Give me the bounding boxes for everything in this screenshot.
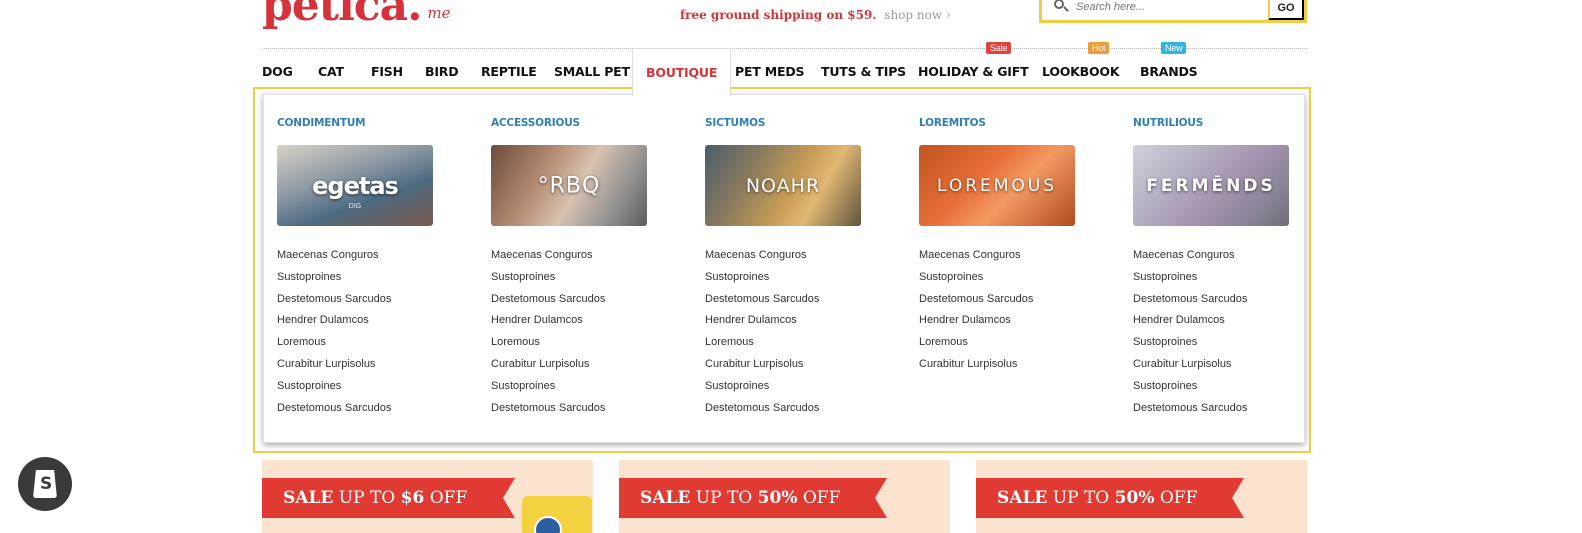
menu-link[interactable]: Sustoproines [919, 270, 1033, 292]
menu-link[interactable]: Maecenas Conguros [919, 248, 1033, 270]
ribbon-tail [475, 478, 515, 518]
menu-link[interactable]: Curabitur Lurpisolus [1133, 357, 1247, 379]
menu-link[interactable]: Loremous [491, 335, 605, 357]
brand-banner-text: °RBQ [537, 173, 601, 198]
column-link-list: Maecenas Conguros Sustoproines Destetomo… [705, 248, 819, 422]
menu-link[interactable]: Maecenas Conguros [491, 248, 605, 270]
ribbon-tail [1204, 478, 1244, 518]
sale-badge: Sale [986, 42, 1012, 54]
menu-link[interactable]: Destetomous Sarcudos [1133, 401, 1247, 423]
menu-link[interactable]: Loremous [705, 335, 819, 357]
brand-banner-text: LOREMOUS [936, 175, 1058, 196]
promo-shop-now-link[interactable]: shop now › [884, 8, 950, 22]
menu-link[interactable]: Destetomous Sarcudos [1133, 292, 1247, 314]
site-logo[interactable]: petica. me [262, 0, 451, 28]
search-icon [1042, 0, 1072, 20]
sale-ribbon: SALE UP TO 50% OFF [619, 478, 849, 518]
brand-banner[interactable]: °RBQ [491, 145, 647, 226]
menu-link[interactable]: Destetomous Sarcudos [919, 292, 1033, 314]
column-title[interactable]: NUTRILIOUS [1133, 117, 1203, 129]
nav-item-boutique[interactable]: BOUTIQUE [632, 48, 732, 96]
column-title[interactable]: ACCESSORIOUS [491, 117, 580, 129]
menu-link[interactable]: Loremous [919, 335, 1033, 357]
menu-link[interactable]: Sustoproines [491, 270, 605, 292]
column-title[interactable]: LOREMITOS [919, 117, 986, 129]
product-logo [534, 516, 562, 533]
menu-link[interactable]: Destetomous Sarcudos [705, 401, 819, 423]
menu-link[interactable]: Sustoproines [277, 379, 391, 401]
brand-banner-subtext: DIG [348, 203, 362, 210]
product-image [522, 496, 592, 533]
menu-link[interactable]: Maecenas Conguros [1133, 248, 1247, 270]
column-link-list: Maecenas Conguros Sustoproines Destetomo… [277, 248, 391, 422]
menu-link[interactable]: Destetomous Sarcudos [705, 292, 819, 314]
column-title[interactable]: CONDIMENTUM [277, 117, 366, 129]
column-link-list: Maecenas Conguros Sustoproines Destetomo… [1133, 248, 1247, 422]
menu-link[interactable]: Hendrer Dulamcos [277, 313, 391, 335]
menu-link[interactable]: Curabitur Lurpisolus [705, 357, 819, 379]
search-go-button[interactable]: GO [1268, 0, 1304, 20]
sale-ribbon: SALE UP TO 50% OFF [976, 478, 1206, 518]
menu-link[interactable]: Hendrer Dulamcos [705, 313, 819, 335]
menu-link[interactable]: Sustoproines [277, 270, 391, 292]
menu-link[interactable]: Sustoproines [491, 379, 605, 401]
menu-link[interactable]: Sustoproines [1133, 335, 1247, 357]
hot-badge: Hot [1088, 42, 1110, 54]
search-input[interactable] [1072, 0, 1268, 20]
promo-shipping-text: free ground shipping on $59. [680, 8, 877, 22]
sale-banner[interactable]: SALE UP TO 50% OFF [976, 460, 1307, 533]
brand-banner[interactable]: NOAHR [705, 145, 861, 226]
boutique-mega-menu: CONDIMENTUM egetas DIG Maecenas Conguros… [263, 94, 1305, 443]
menu-link[interactable]: Curabitur Lurpisolus [277, 357, 391, 379]
menu-link[interactable]: Hendrer Dulamcos [1133, 313, 1247, 335]
logo-text: petica. [262, 0, 422, 31]
menu-link[interactable]: Destetomous Sarcudos [491, 401, 605, 423]
brand-banner-text: FERMĒNDS [1146, 175, 1276, 196]
column-title[interactable]: SICTUMOS [705, 117, 765, 129]
sale-banner[interactable]: SALE UP TO $6 OFF [262, 460, 593, 533]
menu-link[interactable]: Destetomous Sarcudos [277, 401, 391, 423]
menu-link[interactable]: Curabitur Lurpisolus [919, 357, 1033, 379]
shopify-bag-icon[interactable]: S [18, 457, 72, 511]
menu-link[interactable]: Sustoproines [705, 270, 819, 292]
brand-banner-text: egetas [312, 171, 399, 200]
menu-link[interactable]: Curabitur Lurpisolus [491, 357, 605, 379]
sale-ribbon: SALE UP TO $6 OFF [262, 478, 477, 518]
sale-banner[interactable]: SALE UP TO 50% OFF [619, 460, 950, 533]
brand-banner[interactable]: egetas DIG [277, 145, 433, 226]
menu-link[interactable]: Destetomous Sarcudos [491, 292, 605, 314]
menu-link[interactable]: Destetomous Sarcudos [277, 292, 391, 314]
brand-banner-text: NOAHR [745, 174, 821, 197]
menu-link[interactable]: Loremous [277, 335, 391, 357]
menu-link[interactable]: Hendrer Dulamcos [919, 313, 1033, 335]
ribbon-tail [847, 478, 887, 518]
column-link-list: Maecenas Conguros Sustoproines Destetomo… [919, 248, 1033, 379]
logo-suffix: me [427, 4, 451, 22]
menu-link[interactable]: Sustoproines [1133, 270, 1247, 292]
menu-link[interactable]: Maecenas Conguros [705, 248, 819, 270]
brand-banner[interactable]: FERMĒNDS [1133, 145, 1289, 226]
menu-link[interactable]: Hendrer Dulamcos [491, 313, 605, 335]
brand-banner[interactable]: LOREMOUS [919, 145, 1075, 226]
menu-link[interactable]: Maecenas Conguros [277, 248, 391, 270]
promo-banner: free ground shipping on $59. shop now › [680, 0, 951, 22]
search-box: GO [1039, 0, 1307, 23]
menu-link[interactable]: Sustoproines [1133, 379, 1247, 401]
menu-link[interactable]: Sustoproines [705, 379, 819, 401]
column-link-list: Maecenas Conguros Sustoproines Destetomo… [491, 248, 605, 422]
new-badge: New [1161, 42, 1187, 54]
